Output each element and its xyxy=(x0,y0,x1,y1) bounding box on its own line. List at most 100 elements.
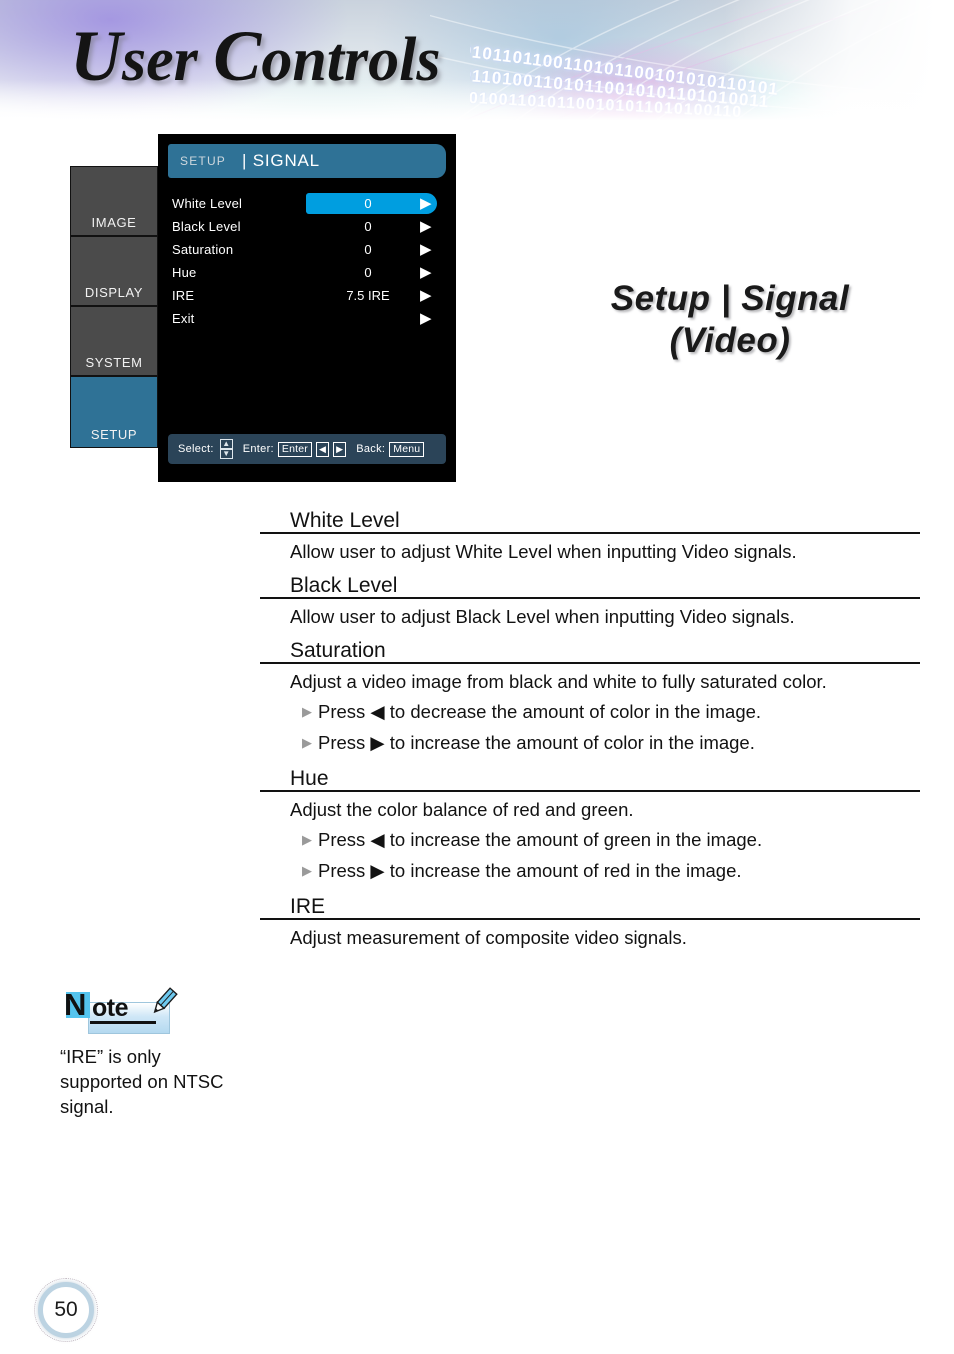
triangle-bullet-icon: ▶ xyxy=(302,735,312,750)
osd-row-exit[interactable]: Exit ▶ xyxy=(158,307,456,330)
manual-page: 1001 0010 1001 1010110110011010110010101… xyxy=(0,0,954,1354)
page-title-ontrols: ontrols xyxy=(261,26,441,94)
osd-footer-select-label: Select: xyxy=(178,443,214,455)
pencil-icon xyxy=(153,987,178,1014)
osd-row-value: 0 xyxy=(364,219,372,234)
osd-row-value: 7.5 IRE xyxy=(346,288,390,303)
osd-row-value: 0 xyxy=(364,196,372,211)
heading-underline xyxy=(260,790,920,792)
osd-tab-image[interactable]: IMAGE xyxy=(70,166,158,236)
triangle-bullet-icon: ▶ xyxy=(302,863,312,878)
osd-header-page: | SIGNAL xyxy=(242,151,320,170)
page-number-value: 50 xyxy=(54,1298,78,1321)
chevron-right-icon[interactable]: ▶ xyxy=(420,288,432,303)
heading-white-level: White Level xyxy=(260,506,920,536)
osd-row-ire[interactable]: IRE 7.5 IRE ▶ xyxy=(158,284,456,307)
list-item: ▶ Press ▶ to increase the amount of colo… xyxy=(302,727,920,758)
chevron-right-icon[interactable]: ▶ xyxy=(420,219,432,234)
osd-row-label: IRE xyxy=(172,288,195,303)
osd-footer-enter-label: Enter: xyxy=(242,443,274,455)
paragraph-ire: Adjust measurement of composite video si… xyxy=(290,927,687,948)
triangle-bullet-icon: ▶ xyxy=(302,832,312,847)
heading-text: White Level xyxy=(290,509,400,532)
osd-tab-system[interactable]: SYSTEM xyxy=(70,306,158,376)
osd-tab-label: DISPLAY xyxy=(84,285,144,300)
note-logo-rest: ote xyxy=(92,994,129,1022)
chevron-right-icon[interactable]: ▶ xyxy=(420,265,432,280)
heading-text: Hue xyxy=(290,767,329,790)
heading-underline xyxy=(260,918,920,920)
heading-text: Saturation xyxy=(290,639,386,662)
updown-arrows-icon: ▲ ▼ xyxy=(219,439,233,459)
note-logo-n: N xyxy=(64,987,87,1022)
page-title: User Controls xyxy=(70,14,441,102)
chevron-right-icon[interactable]: ▶ xyxy=(420,196,432,211)
osd-row-black-level[interactable]: Black Level 0 ▶ xyxy=(158,215,456,238)
osd-tab-setup[interactable]: SETUP xyxy=(70,376,158,448)
heading-ire: IRE xyxy=(260,892,920,922)
note-callout: N ote “IRE” is only supported on NTSC si… xyxy=(60,986,246,1119)
osd-row-hue[interactable]: Hue 0 ▶ xyxy=(158,261,456,284)
paragraph-black-level: Allow user to adjust Black Level when in… xyxy=(290,606,795,627)
key-left-arrow-icon: ◀ xyxy=(316,441,330,457)
heading-black-level: Black Level xyxy=(260,571,920,601)
heading-underline xyxy=(260,532,920,534)
bullet-list-saturation: ▶ Press ◀ to decrease the amount of colo… xyxy=(260,696,920,758)
osd-row-value: 0 xyxy=(364,265,372,280)
osd-tab-display[interactable]: DISPLAY xyxy=(70,236,158,306)
page-title-cap-u: U xyxy=(70,16,122,96)
paragraph-hue: Adjust the color balance of red and gree… xyxy=(290,799,634,820)
osd-panel: SETUP | SIGNAL White Level 0 ▶ Black Lev… xyxy=(158,134,456,482)
osd-tab-strip: IMAGE DISPLAY SYSTEM SETUP xyxy=(70,166,158,448)
heading-underline xyxy=(260,662,920,664)
triangle-bullet-icon: ▶ xyxy=(302,704,312,719)
list-item: ▶ Press ◀ to decrease the amount of colo… xyxy=(302,696,920,727)
page-number-badge: 50 xyxy=(34,1278,98,1342)
osd-row-label: Black Level xyxy=(172,219,241,234)
osd-footer-back-label: Back: xyxy=(356,443,386,455)
heading-text: IRE xyxy=(290,895,326,918)
note-text: “IRE” is only supported on NTSC signal. xyxy=(60,1046,224,1117)
list-item: ▶ Press ◀ to increase the amount of gree… xyxy=(302,824,920,855)
section-title-line2: (Video) xyxy=(669,321,791,360)
list-item-text: Press ▶ to increase the amount of color … xyxy=(318,732,755,753)
paragraph-saturation: Adjust a video image from black and whit… xyxy=(290,671,827,692)
osd-tab-label: IMAGE xyxy=(91,215,137,230)
paragraph-white-level: Allow user to adjust White Level when in… xyxy=(290,541,797,562)
list-item-text: Press ◀ to decrease the amount of color … xyxy=(318,701,762,722)
chevron-right-icon[interactable]: ▶ xyxy=(420,242,432,257)
key-right-arrow-icon: ▶ xyxy=(333,441,347,457)
osd-footer-legend: Select: ▲ ▼ Enter: Enter ◀ ▶ Back: Menu xyxy=(168,434,446,464)
section-title: Setup | Signal (Video) xyxy=(520,278,940,362)
content-body: White Level Allow user to adjust White L… xyxy=(260,506,920,951)
heading-hue: Hue xyxy=(260,764,920,794)
key-menu: Menu xyxy=(389,441,425,457)
osd-row-list: White Level 0 ▶ Black Level 0 ▶ Saturati… xyxy=(158,192,456,330)
bullet-list-hue: ▶ Press ◀ to increase the amount of gree… xyxy=(260,824,920,886)
osd-tab-label: SYSTEM xyxy=(85,355,143,370)
list-item: ▶ Press ▶ to increase the amount of red … xyxy=(302,855,920,886)
section-title-line1: Setup | Signal xyxy=(610,279,850,318)
page-title-cap-c: C xyxy=(213,16,262,96)
list-item-text: Press ▶ to increase the amount of red in… xyxy=(318,860,742,881)
heading-underline xyxy=(260,597,920,599)
osd-row-white-level[interactable]: White Level 0 ▶ xyxy=(158,192,456,215)
arrow-down-icon: ▼ xyxy=(219,449,233,459)
note-logo-underline xyxy=(90,1021,156,1024)
osd-header-bar: SETUP | SIGNAL xyxy=(168,144,446,178)
page-title-ser: ser xyxy=(122,26,214,94)
arrow-up-icon: ▲ xyxy=(219,439,233,449)
osd-row-saturation[interactable]: Saturation 0 ▶ xyxy=(158,238,456,261)
key-enter: Enter xyxy=(277,441,312,457)
osd-row-label: Saturation xyxy=(172,242,234,257)
osd-tab-label: SETUP xyxy=(90,427,138,442)
chevron-right-icon[interactable]: ▶ xyxy=(420,311,432,326)
osd-row-label: Hue xyxy=(172,265,197,280)
osd-menu-screenshot: IMAGE DISPLAY SYSTEM SETUP SETUP | SIGNA… xyxy=(70,134,456,482)
osd-row-value: 0 xyxy=(364,242,372,257)
osd-row-label: Exit xyxy=(172,311,195,326)
page-header-banner: 1001 0010 1001 1010110110011010110010101… xyxy=(0,0,954,126)
note-logo: N ote xyxy=(60,986,178,1036)
heading-text: Black Level xyxy=(290,574,398,597)
osd-header-category: SETUP xyxy=(180,154,227,168)
